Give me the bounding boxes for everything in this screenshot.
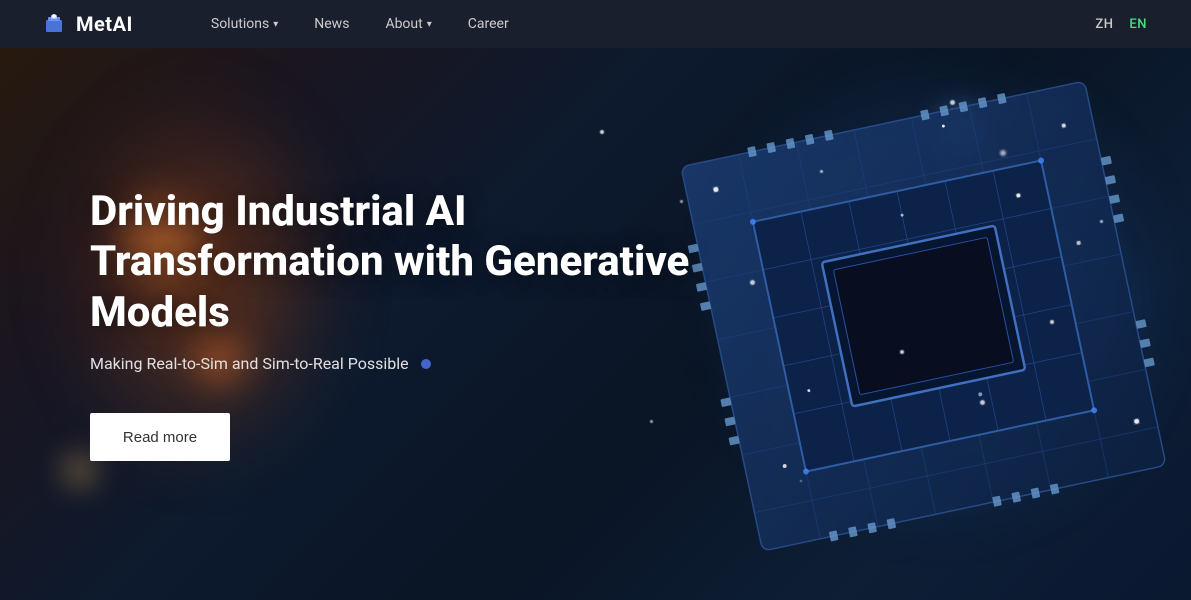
- metai-logo-icon: [40, 10, 68, 38]
- nav-about[interactable]: About ▾: [367, 0, 449, 48]
- about-chevron-icon: ▾: [427, 19, 432, 30]
- read-more-button[interactable]: Read more: [90, 413, 230, 461]
- logo[interactable]: MetAI: [40, 10, 133, 38]
- subtitle-dot: [421, 359, 431, 369]
- language-switcher: ZH EN: [1091, 15, 1151, 34]
- hero-section: Driving Industrial AI Transformation wit…: [0, 0, 1191, 600]
- hero-content: Driving Industrial AI Transformation wit…: [0, 48, 1191, 600]
- brand-name: MetAI: [76, 12, 133, 36]
- nav-solutions[interactable]: Solutions ▾: [193, 0, 296, 48]
- solutions-chevron-icon: ▾: [273, 19, 278, 30]
- nav-links: Solutions ▾ News About ▾ Career: [193, 0, 1091, 48]
- nav-career[interactable]: Career: [450, 0, 527, 48]
- navbar: MetAI Solutions ▾ News About ▾ Career ZH…: [0, 0, 1191, 48]
- hero-title: Driving Industrial AI Transformation wit…: [90, 187, 690, 338]
- nav-news[interactable]: News: [296, 0, 367, 48]
- hero-subtitle: Making Real-to-Sim and Sim-to-Real Possi…: [90, 354, 1191, 373]
- lang-zh[interactable]: ZH: [1091, 15, 1117, 34]
- lang-en[interactable]: EN: [1125, 15, 1151, 34]
